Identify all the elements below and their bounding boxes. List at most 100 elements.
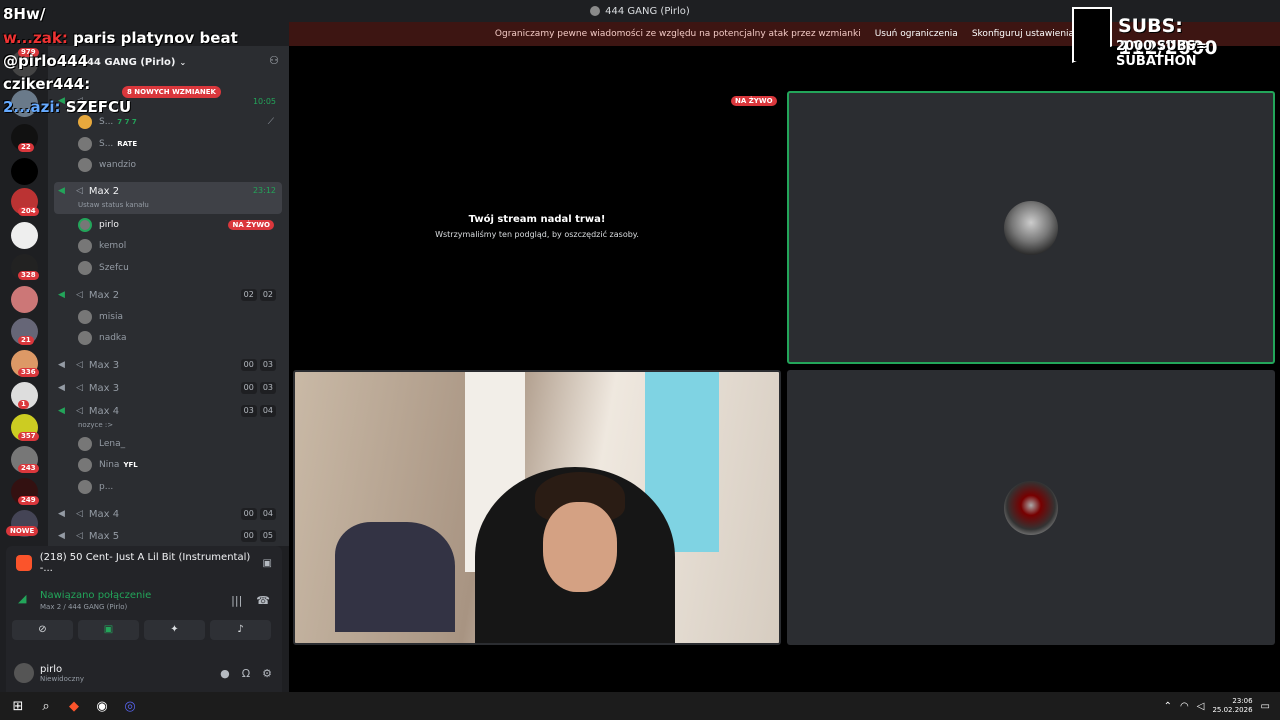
avatar[interactable] [14,663,34,683]
voice-actions: ||| ☎ [231,594,270,607]
webcam-clothes [335,522,455,632]
voice-channel-active[interactable]: ◀ ◁ Max 2 23:12 [54,182,282,214]
add-member-icon[interactable]: ⚇ [269,54,279,67]
muted-icon: ⟋ [267,117,274,127]
chat-line: w...zak: paris platynov beat [3,29,238,47]
user-tag: YFL [123,461,138,469]
count-current: 00 [240,508,257,520]
avatar [78,261,92,275]
speaker-icon: ◀ [58,186,65,196]
count-current: 00 [240,359,257,371]
remove-restrictions-button[interactable]: Usuń ograniczenia [875,29,958,39]
obs-icon[interactable]: ◉ [88,692,116,720]
user-name: nadka [99,333,127,343]
voice-user[interactable]: S... RATE [78,134,278,154]
camera-off-button[interactable]: ⊘ [12,620,73,640]
webcam-tile[interactable] [293,370,781,645]
participant-tile[interactable] [787,370,1275,645]
search-icon[interactable]: ⌕ [32,692,60,720]
chat-line: 8Hw/ [3,5,46,23]
voice-user[interactable]: nadka [78,328,278,348]
signal-icon[interactable]: ◢ [18,592,26,605]
user-count: 00 03 [240,359,276,371]
windows-start-icon[interactable]: ⊞ [4,692,32,720]
configure-settings-button[interactable]: Skonfiguruj ustawienia [972,29,1074,39]
screen-share-button[interactable]: ▣ [78,620,139,640]
disconnect-icon[interactable]: ☎ [256,594,270,607]
soundboard-button[interactable]: ♪ [210,620,271,640]
server-item[interactable] [11,286,38,313]
chevron-down-icon: ⌄ [179,57,187,67]
channel-sidebar: 444 GANG (Pirlo) ⌄ ⚇ 8 NOWYCH WZMIANEK ◀… [48,46,289,546]
wifi-icon[interactable]: ◠ [1180,701,1189,712]
gear-icon[interactable]: ⚙ [262,667,272,680]
count-current: 03 [240,405,257,417]
clock-time: 23:06 [1232,697,1253,705]
speaker-icon: ◀ [58,383,65,393]
window-title: 444 GANG (Pirlo) [605,5,690,17]
unread-badge: 249 [18,496,39,505]
user-info[interactable]: pirlo Niewidoczny [40,664,84,683]
server-item[interactable] [11,222,38,249]
activities-button[interactable]: ✦ [144,620,205,640]
voice-user[interactable]: kemol [78,236,278,256]
user-count: 03 04 [240,405,276,417]
notification-icon[interactable]: ▭ [1261,701,1270,712]
avatar [78,480,92,494]
speaker-icon: ◀ [58,290,65,300]
voice-user[interactable]: Lena_ [78,434,278,454]
headphones-icon[interactable]: Ω [242,667,250,680]
voice-buttons: ⊘ ▣ ✦ ♪ [12,620,271,640]
count-current: 00 [240,530,257,542]
chat-line: @pirlo444 [3,52,89,70]
voice-user[interactable]: pirlo NA ŻYWO [78,215,278,235]
voice-user[interactable]: misia [78,307,278,327]
channel-status[interactable]: nozyce :> [78,421,113,429]
voice-channel[interactable]: ◀ ◁ Max 4 03 04 [54,401,282,421]
user-count: 00 05 [240,530,276,542]
brave-icon [16,555,32,571]
voice-channel[interactable]: ◀ ◁ Max 5 00 05 [54,526,282,546]
stream-stage: Twój stream nadal trwa! Wstrzymaliśmy te… [289,46,1280,692]
participant-tile-speaking[interactable] [787,91,1275,364]
user-name: Szefcu [99,263,129,273]
user-name: pirlo [99,220,119,230]
channel-timer: 23:12 [252,186,276,195]
avatar [78,239,92,253]
voice-channel[interactable]: ◀ ◁ Max 2 02 02 [54,285,282,305]
volume-icon: ◁ [76,383,83,393]
channel-timer: 10:05 [252,96,276,106]
noise-suppression-icon[interactable]: ||| [231,594,242,607]
paused-title: Twój stream nadal trwa! [468,214,606,225]
user-name: Nina [99,460,120,470]
microphone-icon[interactable]: ● [220,667,230,680]
volume-icon: ◁ [76,531,83,541]
count-limit: 03 [259,382,276,394]
user-name: wandzio [99,160,137,170]
chevron-up-icon[interactable]: ⌃ [1164,701,1172,712]
server-item[interactable] [11,158,38,185]
voice-channel[interactable]: ◀ ◁ Max 3 00 03 [54,378,282,398]
volume-icon[interactable]: ◁ [1197,701,1205,712]
clock[interactable]: 23:06 25.02.2026 [1212,697,1252,715]
voice-user[interactable]: Nina YFL [78,455,278,475]
voice-channel[interactable]: ◀ ◁ Max 3 00 03 [54,355,282,375]
voice-user[interactable]: p... [78,477,278,497]
avatar [78,458,92,472]
close-icon[interactable]: ▣ [263,558,272,569]
user-tag: 7 7 7 [117,118,137,126]
user-name: Lena_ [99,439,126,449]
voice-channel[interactable]: ◀ ◁ Max 4 00 04 [54,504,282,524]
brave-browser-icon[interactable]: ◆ [60,692,88,720]
new-servers-pill[interactable]: NOWE [6,526,39,536]
activity-panel[interactable]: (218) 50 Cent- Just A Lil Bit (Instrumen… [6,546,282,580]
voice-user[interactable]: Szefcu [78,258,278,278]
live-badge: NA ŻYWO [731,96,777,106]
own-stream-tile[interactable]: Twój stream nadal trwa! Wstrzymaliśmy te… [293,92,781,364]
channel-name: Max 5 [88,530,120,542]
user-name: kemol [99,241,127,251]
chat-message: paris platynov beat [73,29,238,47]
channel-status[interactable]: Ustaw status kanału [78,201,149,209]
voice-user[interactable]: wandzio [78,155,278,175]
discord-icon[interactable]: ◎ [116,692,144,720]
